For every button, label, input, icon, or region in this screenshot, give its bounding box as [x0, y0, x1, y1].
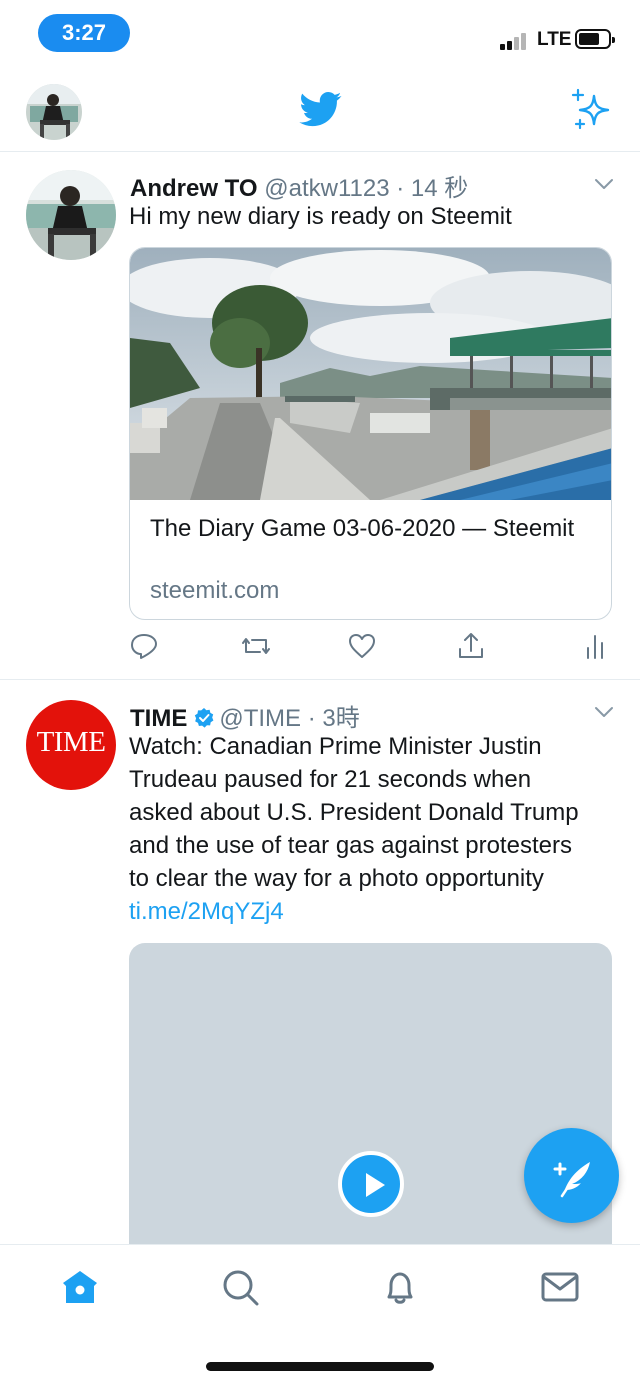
status-bar: 3:27 LTE — [0, 0, 640, 66]
play-button[interactable] — [338, 1151, 404, 1217]
author-avatar[interactable]: TIME — [26, 700, 116, 790]
link-card[interactable]: The Diary Game 03-06-2020 — Steemit stee… — [129, 247, 612, 620]
like-icon[interactable] — [346, 630, 378, 662]
share-icon[interactable] — [455, 630, 487, 662]
compose-feather-icon — [553, 1162, 590, 1198]
tweet-link[interactable]: ti.me/2MqYZj4 — [129, 898, 284, 925]
notifications-icon[interactable] — [380, 1267, 420, 1307]
author-avatar[interactable] — [26, 170, 116, 260]
tweet-age: 14 秒 — [410, 175, 469, 202]
chevron-down-icon[interactable] — [594, 178, 614, 190]
home-icon[interactable] — [60, 1267, 100, 1307]
card-image — [130, 248, 611, 500]
tweet-header: Andrew TO @atkw1123 · 14 秒 — [130, 168, 468, 203]
tweet-text: Watch: Canadian Prime Minister Justin Tr… — [129, 730, 589, 928]
play-icon — [366, 1173, 385, 1197]
network-type: LTE — [537, 29, 572, 50]
bottom-tab-bar — [0, 1244, 640, 1386]
card-title: The Diary Game 03-06-2020 — Steemit — [150, 515, 575, 542]
sparkle-icon[interactable] — [568, 88, 614, 134]
compose-tweet-button[interactable] — [524, 1128, 619, 1223]
messages-icon[interactable] — [540, 1267, 580, 1307]
author-name[interactable]: Andrew TO — [130, 175, 258, 202]
analytics-icon[interactable] — [582, 630, 614, 662]
tweet-age: 3時 — [322, 705, 360, 732]
tweet-text: Hi my new diary is ready on Steemit — [129, 203, 512, 230]
video-player[interactable] — [129, 943, 612, 1273]
card-domain: steemit.com — [150, 577, 280, 604]
retweet-icon[interactable] — [240, 630, 272, 662]
author-handle: @TIME — [219, 705, 302, 732]
avatar-text: TIME — [36, 726, 106, 758]
tweet-actions — [0, 630, 640, 670]
author-name[interactable]: TIME — [130, 705, 187, 732]
profile-avatar[interactable] — [26, 84, 82, 140]
search-icon[interactable] — [220, 1267, 260, 1307]
separator: · — [307, 705, 316, 732]
separator: · — [396, 175, 405, 202]
home-indicator[interactable] — [206, 1362, 434, 1371]
tweet-body: Watch: Canadian Prime Minister Justin Tr… — [129, 733, 579, 892]
tweet-header: TIME @TIME · 3時 — [130, 698, 360, 733]
signal-strength-icon — [500, 30, 534, 50]
twitter-bird-icon[interactable] — [296, 88, 346, 130]
chevron-down-icon[interactable] — [594, 706, 614, 718]
reply-icon[interactable] — [128, 630, 160, 662]
author-handle: @atkw1123 — [264, 175, 390, 202]
nav-header — [0, 66, 640, 152]
status-time[interactable]: 3:27 — [38, 14, 130, 52]
battery-icon — [575, 29, 615, 49]
verified-badge-icon — [195, 708, 214, 728]
tweet[interactable]: Andrew TO @atkw1123 · 14 秒 Hi my new dia… — [0, 152, 640, 680]
